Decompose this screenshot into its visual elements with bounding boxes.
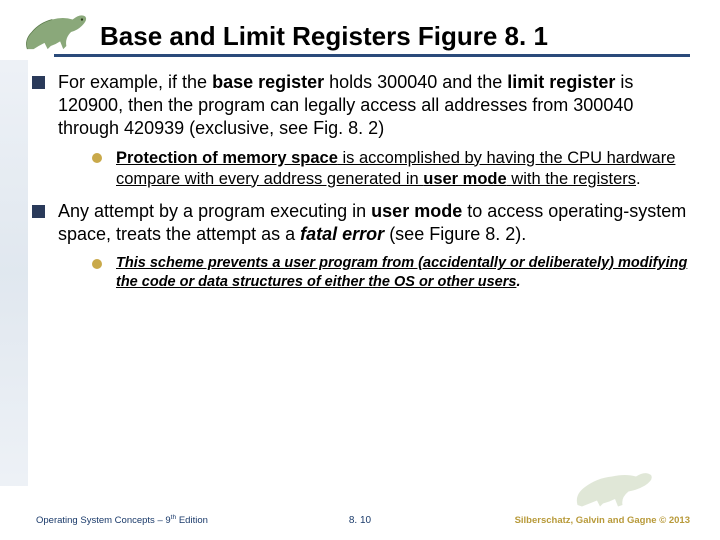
italic-bold-text: fatal error	[300, 224, 384, 244]
bold-text: base register	[212, 72, 324, 92]
bold-text: limit register	[507, 72, 615, 92]
text: .	[516, 274, 520, 290]
emphasized-text: This scheme prevents a user program from…	[116, 255, 687, 290]
bullet-2: Any attempt by a program executing in us…	[30, 200, 692, 291]
bullet-1: For example, if the base register holds …	[30, 71, 692, 190]
text: Edition	[176, 515, 208, 526]
slide-content: For example, if the base register holds …	[0, 57, 720, 291]
bold-text: Protection of memory space	[116, 149, 338, 167]
text: Operating System Concepts – 9	[36, 515, 171, 526]
slide-footer: Operating System Concepts – 9th Edition …	[0, 486, 720, 526]
text: Any attempt by a program executing in	[58, 201, 371, 221]
slide: Base and Limit Registers Figure 8. 1 For…	[0, 0, 720, 540]
footer-page-number: 8. 10	[349, 515, 371, 526]
text: .	[636, 170, 641, 188]
bold-text: user mode	[423, 170, 506, 188]
text: For example, if the	[58, 72, 212, 92]
footer-left: Operating System Concepts – 9th Edition	[36, 514, 208, 526]
slide-header: Base and Limit Registers Figure 8. 1	[0, 0, 720, 57]
title-underline	[54, 54, 690, 57]
underlined-text: Protection of memory space is accomplish…	[116, 149, 675, 188]
sidebar-gradient	[0, 60, 28, 486]
text: (see Figure 8. 2).	[384, 224, 526, 244]
text: holds 300040 and the	[324, 72, 507, 92]
bullet-2-sub: This scheme prevents a user program from…	[92, 254, 692, 291]
footer-copyright: Silberschatz, Galvin and Gagne © 2013	[515, 515, 690, 526]
bullet-1-sub: Protection of memory space is accomplish…	[92, 148, 692, 190]
bold-text: user mode	[371, 201, 462, 221]
slide-title: Base and Limit Registers Figure 8. 1	[100, 22, 690, 51]
dinosaur-icon	[18, 8, 96, 56]
text: with the registers	[507, 170, 636, 188]
